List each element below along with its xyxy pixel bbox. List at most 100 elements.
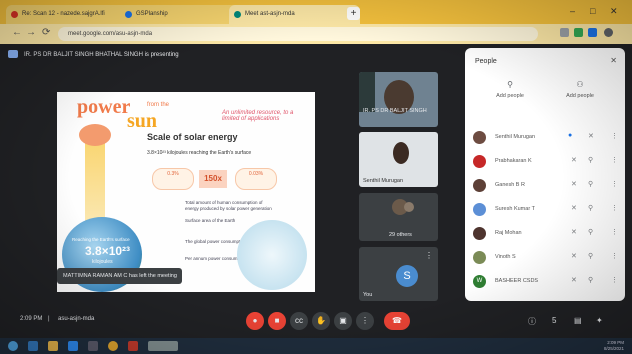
slide-title-power: power [77,96,131,118]
mic-off-icon[interactable]: ✕ [571,276,577,284]
mic-off-icon[interactable]: ✕ [571,204,577,212]
app-icon[interactable] [128,341,138,351]
app-icon[interactable] [88,341,98,351]
pin-icon[interactable]: ⚲ [588,252,593,260]
meeting-controls-bar: 2:09 PM | asu-asjn-mda ● ■ cc ✋ ▣ ⋮ ☎ ⓘ … [0,304,632,338]
more-icon[interactable]: ⋮ [425,251,433,260]
participant-row[interactable]: Raj Mohan ✕ ⚲ ⋮ [473,224,621,242]
avatar [473,227,486,240]
mic-off-icon[interactable]: ✕ [571,252,577,260]
people-count-badge[interactable]: 5 [552,316,556,325]
close-icon[interactable]: ✕ [610,56,617,65]
tab-label: Re: Scan 12 - nazede.sajgrA.lfi [22,11,105,17]
present-icon [8,50,18,59]
extension-icon[interactable] [588,28,597,37]
background-object [359,72,375,112]
participant-video [393,142,409,164]
address-bar[interactable]: meet.google.com/asu-asjn-mda [58,27,538,41]
meeting-divider: | [48,316,50,322]
avatar [473,179,486,192]
earth-caption: Reaching the Earth's surface [72,237,130,242]
participant-row[interactable]: Senthil Murugan ● ✕ ⋮ [473,128,621,146]
more-icon[interactable]: ⋮ [611,276,618,284]
presenting-text: IR. PS DR BALJIT SINGH BHATHAL SINGH is … [24,52,179,58]
tab-meet[interactable]: Meet ast-asjn-mda ✕ [229,5,360,24]
tile-name: 29 others [389,232,412,238]
tab-label: GSPlanship [136,11,168,17]
mic-button[interactable]: ● [246,312,264,330]
mic-off-icon[interactable]: ✕ [571,156,577,164]
site-icon [125,11,132,18]
tab-label: Add people [496,93,524,99]
pin-icon[interactable]: ⚲ [588,156,593,164]
extension-icon[interactable] [560,28,569,37]
app-icon[interactable] [68,341,78,351]
minimize-icon[interactable]: – [570,6,575,16]
new-tab-button[interactable]: + [347,7,360,20]
app-icon[interactable] [148,341,178,351]
pin-icon[interactable]: ● [568,132,572,139]
activities-icon[interactable]: ✦ [596,316,603,325]
back-icon[interactable]: ← [12,27,22,38]
start-icon[interactable] [8,341,18,351]
captions-button[interactable]: cc [290,312,308,330]
chrome-icon[interactable] [108,341,118,351]
participant-name: Suresh Kumar T [495,206,535,212]
participant-tile[interactable]: IR. PS DR BALJIT SINGH [359,72,438,127]
maximize-icon[interactable]: □ [590,6,595,16]
add-people-button[interactable]: ⚲ Add people [480,80,540,99]
system-clock: 2:09 PM 8/25/2021 [604,340,624,352]
profile-icon[interactable] [604,28,613,37]
raise-hand-button[interactable]: ✋ [312,312,330,330]
mic-off-icon[interactable]: ✕ [588,132,594,140]
more-icon[interactable]: ⋮ [611,204,618,212]
more-icon[interactable]: ⋮ [611,180,618,188]
pin-icon[interactable]: ⚲ [588,228,593,236]
camera-icon: ■ [274,316,280,325]
participant-row[interactable]: Prabhakaran K ✕ ⚲ ⋮ [473,152,621,170]
more-icon[interactable]: ⋮ [611,132,618,140]
pin-icon[interactable]: ⚲ [588,276,593,284]
files-icon[interactable] [48,341,58,351]
stat-bubble: 0.03% [235,168,277,190]
avatar: W [473,275,486,288]
mic-off-icon[interactable]: ✕ [571,180,577,188]
more-icon[interactable]: ⋮ [611,156,618,164]
chat-icon[interactable]: ▤ [574,316,582,325]
pin-icon[interactable]: ⚲ [588,180,593,188]
tab-planship[interactable]: GSPlanship ✕ [120,5,241,24]
hangup-button[interactable]: ☎ [384,312,410,330]
more-options-button[interactable]: ⋮ [356,312,374,330]
participant-row[interactable]: W BASHEER CSDS ✕ ⚲ ⋮ [473,272,621,290]
captions-icon: cc [295,316,303,325]
forward-icon[interactable]: → [26,27,36,38]
present-button[interactable]: ▣ [334,312,352,330]
people-icon: ⚇ [576,80,584,89]
add-people-button[interactable]: ⚇ Add people [550,80,610,99]
mic-off-icon[interactable]: ✕ [571,228,577,236]
participant-row[interactable]: Ganesh B R ✕ ⚲ ⋮ [473,176,621,194]
pin-icon[interactable]: ⚲ [588,204,593,212]
participant-row[interactable]: Suresh Kumar T ✕ ⚲ ⋮ [473,200,621,218]
earth-graphic [237,220,307,290]
info-icon[interactable]: ⓘ [528,316,536,327]
presentation-slide: power from the sun An unlimited resource… [57,92,315,292]
more-icon[interactable]: ⋮ [611,252,618,260]
os-taskbar: 2:09 PM 8/25/2021 [0,338,632,354]
participant-row[interactable]: Vinoth S ✕ ⚲ ⋮ [473,248,621,266]
person-add-icon: ⚲ [507,80,513,89]
more-icon[interactable]: ⋮ [611,228,618,236]
extension-icon[interactable] [574,28,583,37]
avatar [473,131,486,144]
tile-name: Senthil Murugan [363,178,404,184]
camera-button[interactable]: ■ [268,312,286,330]
close-window-icon[interactable]: ✕ [610,6,618,17]
browser-icon[interactable] [28,341,38,351]
participant-name: Raj Mohan [495,230,522,236]
participant-tile[interactable]: Senthil Murugan [359,132,438,187]
browser-toolbar: ← → ⟳ meet.google.com/asu-asjn-mda [0,24,632,44]
tab-email[interactable]: Re: Scan 12 - nazede.sajgrA.lfi ✕ [6,5,132,24]
participant-tile[interactable]: 29 others [359,193,438,241]
reload-icon[interactable]: ⟳ [42,27,50,38]
participant-name: Senthil Murugan [495,134,536,140]
